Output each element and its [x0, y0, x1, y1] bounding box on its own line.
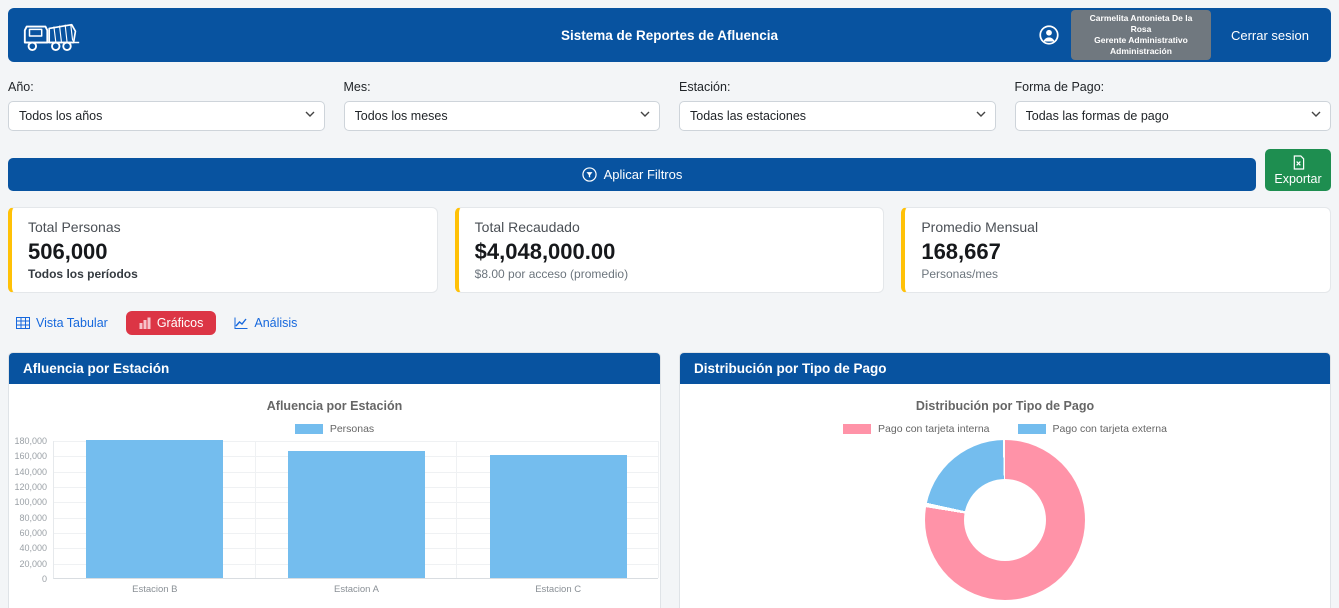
filters-bar: Año: Todos los años Mes: Todos los meses… [8, 80, 1331, 131]
y-tick-label: 60,000 [19, 528, 47, 538]
bar-chart-canvas: Afluencia por Estación Personas 0 20,000 4… [9, 384, 660, 608]
gridline [255, 441, 256, 578]
pie-chart-legend: Pago con tarjeta interna Pago con tarjet… [680, 423, 1330, 435]
y-tick-label: 180,000 [14, 436, 47, 446]
actions-row: Aplicar Filtros Exportar [8, 149, 1331, 191]
filter-payment: Forma de Pago: Todas las formas de pago [1015, 80, 1332, 131]
filter-station: Estación: Todas las estaciones [679, 80, 996, 131]
gridline [456, 441, 457, 578]
tab-label: Análisis [254, 316, 297, 330]
logout-link[interactable]: Cerrar sesion [1223, 22, 1317, 49]
pie-chart-title: Distribución por Tipo de Pago [680, 384, 1330, 413]
tab-analisis[interactable]: Análisis [226, 311, 305, 335]
year-label: Año: [8, 80, 325, 94]
month-select[interactable]: Todos los meses [344, 101, 661, 131]
person-circle-icon [1039, 25, 1059, 45]
apply-filters-label: Aplicar Filtros [604, 167, 683, 182]
user-role: Gerente Administrativo [1081, 35, 1201, 46]
station-select[interactable]: Todas las estaciones [679, 101, 996, 131]
card-total-recaudado: Total Recaudado $4,048,000.00 $8.00 por … [455, 207, 885, 293]
filter-month: Mes: Todos los meses [344, 80, 661, 131]
legend-swatch [295, 424, 323, 434]
legend-swatch [1018, 424, 1046, 434]
bar-estacion-b [86, 440, 223, 578]
legend-item: Personas [295, 423, 374, 435]
card-subtitle: Personas/mes [921, 267, 1314, 281]
year-select[interactable]: Todos los años [8, 101, 325, 131]
bar-estacion-c [490, 455, 627, 578]
y-axis-labels: 020,00040,00060,00080,000100,000120,0001… [13, 441, 51, 579]
gridline [658, 441, 659, 578]
line-chart-icon [234, 317, 248, 329]
card-subtitle: $8.00 por acceso (promedio) [475, 267, 868, 281]
panel-afluencia: Afluencia por Estación Afluencia por Est… [8, 352, 661, 608]
y-tick-label: 100,000 [14, 497, 47, 507]
payment-label: Forma de Pago: [1015, 80, 1332, 94]
card-title: Total Personas [28, 219, 421, 235]
panel-header: Afluencia por Estación [9, 353, 660, 384]
tab-label: Vista Tabular [36, 316, 108, 330]
user-department: Administración [1081, 46, 1201, 57]
export-button[interactable]: Exportar [1265, 149, 1331, 191]
y-tick-label: 40,000 [19, 543, 47, 553]
file-excel-icon [1292, 155, 1305, 170]
card-value: 168,667 [921, 240, 1314, 264]
y-tick-label: 120,000 [14, 482, 47, 492]
card-value: 506,000 [28, 240, 421, 264]
bar-chart-title: Afluencia por Estación [9, 384, 660, 413]
legend-item: Pago con tarjeta interna [843, 423, 990, 435]
truck-logo-icon [22, 14, 88, 56]
tab-vista-tabular[interactable]: Vista Tabular [8, 311, 116, 335]
payment-select[interactable]: Todas las formas de pago [1015, 101, 1332, 131]
bar-estacion-a [288, 451, 425, 578]
x-tick-label: Estacion A [256, 584, 458, 595]
legend-label: Pago con tarjeta externa [1053, 423, 1167, 435]
legend-item: Pago con tarjeta externa [1018, 423, 1167, 435]
legend-swatch [843, 424, 871, 434]
legend-label: Pago con tarjeta interna [878, 423, 990, 435]
navbar: Sistema de Reportes de Afluencia Carmeli… [8, 8, 1331, 62]
card-total-personas: Total Personas 506,000 Todos los período… [8, 207, 438, 293]
bar-plot-area: Estacion BEstacion AEstacion C [53, 441, 658, 579]
y-tick-label: 160,000 [14, 451, 47, 461]
station-label: Estación: [679, 80, 996, 94]
filter-year: Año: Todos los años [8, 80, 325, 131]
card-title: Total Recaudado [475, 219, 868, 235]
filter-icon [582, 167, 597, 182]
apply-filters-button[interactable]: Aplicar Filtros [8, 158, 1256, 191]
card-title: Promedio Mensual [921, 219, 1314, 235]
y-tick-label: 0 [42, 574, 47, 584]
y-tick-label: 20,000 [19, 559, 47, 569]
export-label: Exportar [1274, 172, 1321, 186]
tab-label: Gráficos [157, 316, 204, 330]
pie-chart-canvas: Distribución por Tipo de Pago Pago con t… [680, 384, 1330, 608]
card-promedio-mensual: Promedio Mensual 168,667 Personas/mes [901, 207, 1331, 293]
tab-graficos-active[interactable]: Gráficos [126, 311, 217, 335]
month-label: Mes: [344, 80, 661, 94]
table-icon [16, 317, 30, 329]
x-tick-label: Estacion C [457, 584, 659, 595]
user-name: Carmelita Antonieta De la Rosa [1081, 13, 1201, 35]
x-tick-label: Estacion B [54, 584, 256, 595]
card-subtitle: Todos los períodos [28, 267, 421, 281]
view-tabs: Vista Tabular Gráficos Análisis [8, 311, 305, 335]
donut-chart [925, 440, 1085, 600]
legend-label: Personas [330, 423, 374, 435]
panel-header: Distribución por Tipo de Pago [680, 353, 1330, 384]
y-tick-label: 140,000 [14, 467, 47, 477]
stat-cards: Total Personas 506,000 Todos los período… [8, 207, 1331, 293]
bar-chart-legend: Personas [9, 423, 660, 435]
card-value: $4,048,000.00 [475, 240, 868, 264]
y-tick-label: 80,000 [19, 513, 47, 523]
panel-distribucion: Distribución por Tipo de Pago Distribuci… [679, 352, 1331, 608]
bar-chart-icon [139, 317, 151, 329]
user-info-badge: Carmelita Antonieta De la Rosa Gerente A… [1071, 10, 1211, 60]
